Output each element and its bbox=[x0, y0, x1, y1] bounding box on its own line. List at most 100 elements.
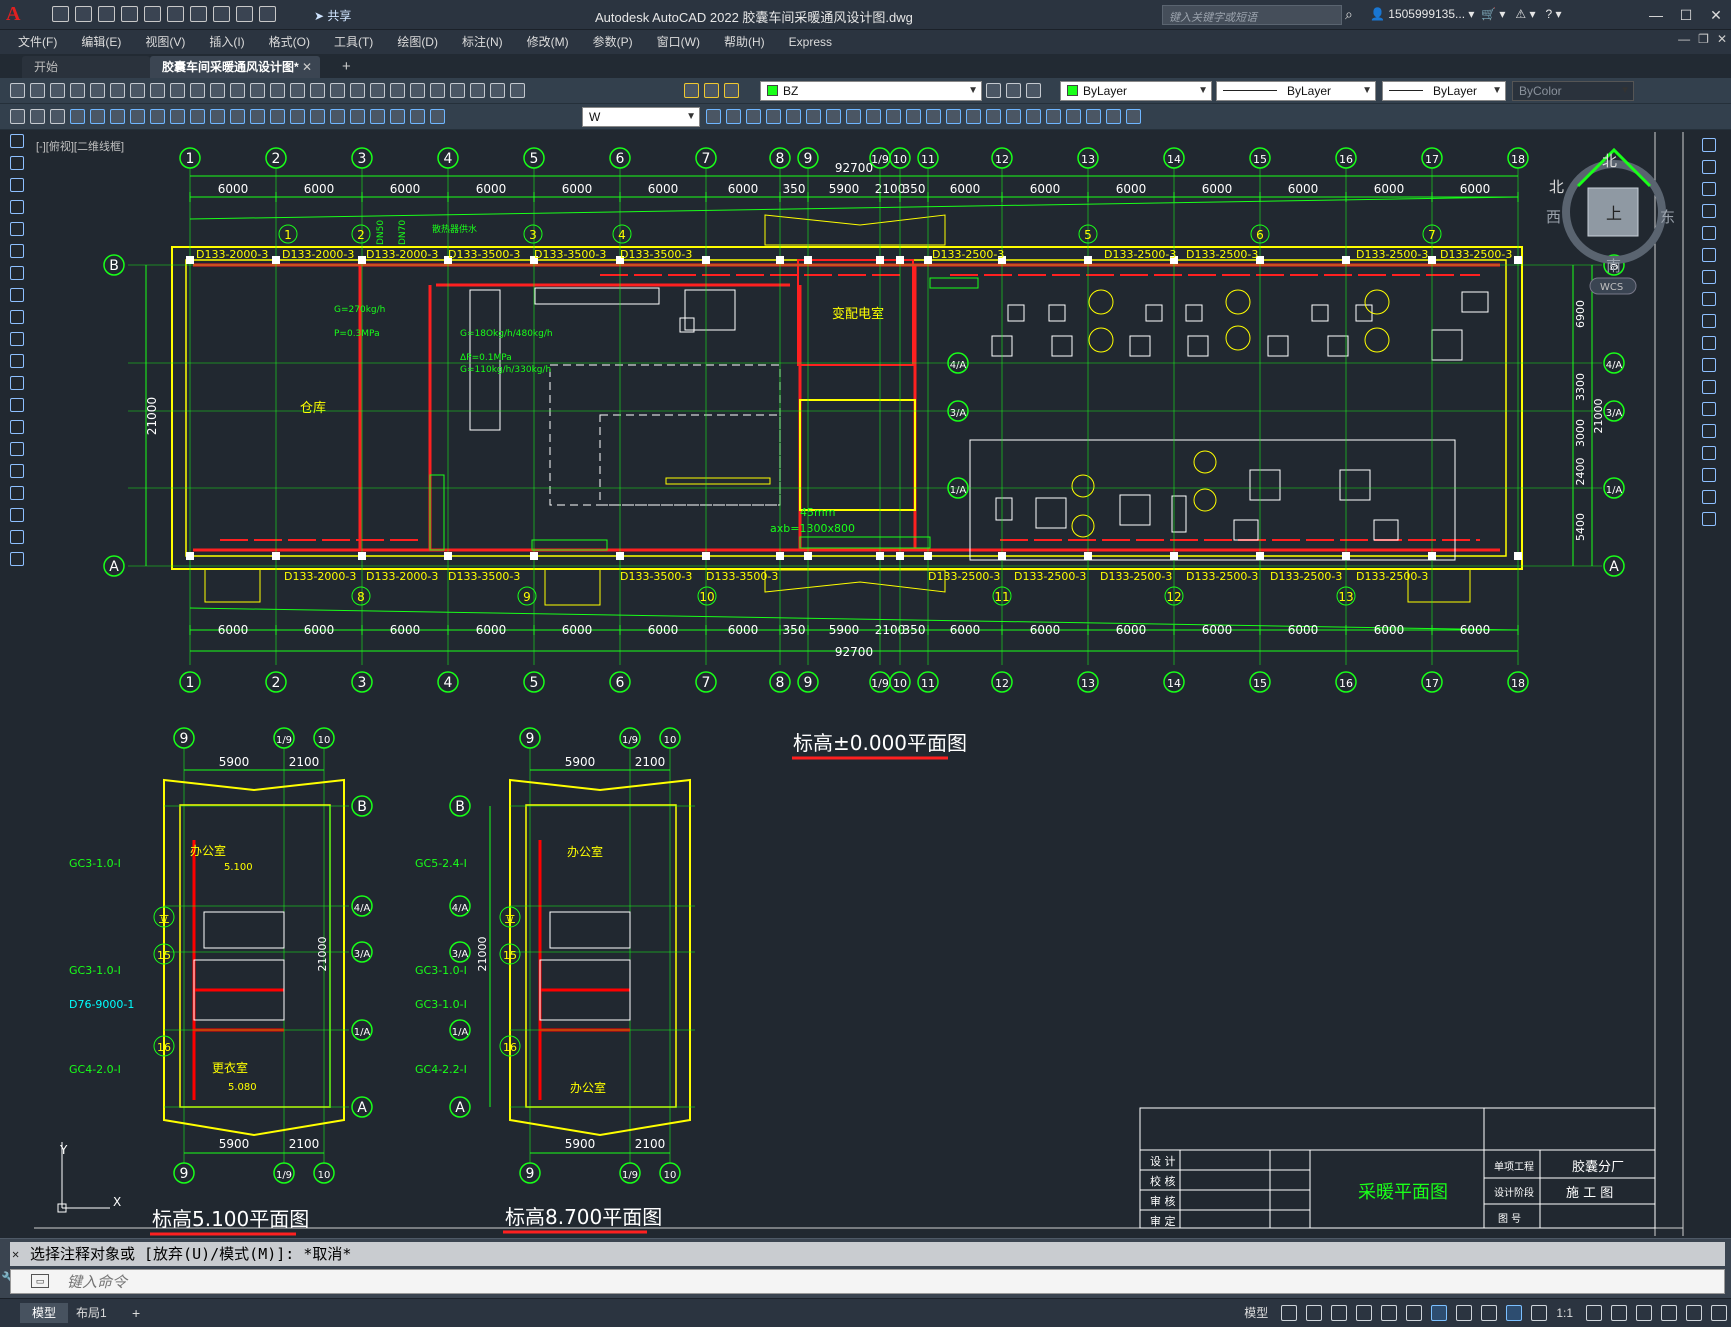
save-icon[interactable] bbox=[98, 6, 115, 22]
linear-dim-icon[interactable] bbox=[70, 109, 85, 124]
blend-icon[interactable] bbox=[1006, 109, 1021, 124]
tab-close-icon[interactable]: ✕ bbox=[302, 56, 312, 78]
search-icon[interactable]: ⌕ bbox=[1345, 6, 1361, 22]
customization-icon[interactable] bbox=[1711, 1304, 1727, 1321]
minimize-icon[interactable]: — bbox=[1641, 0, 1671, 30]
polar-icon[interactable] bbox=[1356, 1304, 1373, 1321]
doc-minimize-icon[interactable]: — bbox=[1678, 32, 1690, 46]
spline-icon[interactable] bbox=[10, 310, 24, 324]
rotate-icon[interactable] bbox=[1702, 270, 1716, 284]
mtext-icon[interactable] bbox=[10, 530, 24, 544]
grid-icon[interactable] bbox=[1281, 1304, 1298, 1321]
dim-edit-icon[interactable] bbox=[410, 109, 425, 124]
explode-icon[interactable] bbox=[1026, 109, 1041, 124]
scale-icon[interactable] bbox=[846, 109, 861, 124]
annotation-scale[interactable]: 1:1 bbox=[1556, 1306, 1573, 1320]
ortho-icon[interactable] bbox=[1331, 1304, 1348, 1321]
viewcube-north-2[interactable]: 北 bbox=[1549, 178, 1564, 196]
viewport-controls[interactable]: [-][俯视][二维线框] bbox=[36, 138, 124, 154]
menu-tools[interactable]: 工具(T) bbox=[322, 30, 385, 54]
menu-help[interactable]: 帮助(H) bbox=[712, 30, 777, 54]
tab-start[interactable]: 开始 bbox=[22, 56, 150, 78]
help-icon[interactable] bbox=[490, 83, 505, 98]
menu-express[interactable]: Express bbox=[777, 30, 844, 54]
draworder-icon[interactable] bbox=[1046, 109, 1061, 124]
viewcube-east[interactable]: 东 bbox=[1660, 208, 1675, 226]
menu-modify[interactable]: 修改(M) bbox=[515, 30, 581, 54]
circle-icon[interactable] bbox=[10, 266, 24, 280]
extend-icon[interactable] bbox=[906, 109, 921, 124]
point-icon[interactable] bbox=[10, 420, 24, 434]
drawing-area[interactable]: 6000 6000 6000 6000 6000 6000 6000 6000 6000 6000… bbox=[30, 132, 1694, 1236]
color-dropdown[interactable]: ByLayer ▼ bbox=[1060, 81, 1212, 101]
zoom-realtime-icon[interactable] bbox=[310, 83, 325, 98]
scale-icon[interactable] bbox=[1702, 292, 1716, 306]
tab-layout1[interactable]: 布局1 bbox=[64, 1303, 119, 1323]
clean-screen-icon[interactable] bbox=[1686, 1304, 1702, 1321]
object-snap-icon[interactable] bbox=[1431, 1304, 1448, 1321]
app-logo-icon[interactable]: A bbox=[6, 4, 24, 24]
lineweight-dropdown[interactable]: ByLayer ▼ bbox=[1382, 81, 1506, 101]
doc-restore-icon[interactable]: ❐ bbox=[1698, 32, 1709, 46]
plot-preview-icon[interactable] bbox=[90, 83, 105, 98]
zoom-previous-icon[interactable] bbox=[350, 83, 365, 98]
close-icon[interactable]: ✕ bbox=[1701, 0, 1731, 30]
inspection-icon[interactable] bbox=[370, 109, 385, 124]
plot-icon[interactable] bbox=[190, 6, 207, 22]
snap-icon[interactable] bbox=[1306, 1304, 1323, 1321]
add-selected-icon[interactable] bbox=[10, 552, 24, 566]
quick-properties-icon[interactable] bbox=[1661, 1304, 1677, 1321]
zoom-window-icon[interactable] bbox=[330, 83, 345, 98]
menu-draw[interactable]: 绘图(D) bbox=[385, 30, 450, 54]
menu-window[interactable]: 窗口(W) bbox=[645, 30, 712, 54]
new-icon[interactable] bbox=[10, 83, 25, 98]
object-snap-tracking-icon[interactable] bbox=[1406, 1304, 1423, 1321]
multileader-icon[interactable] bbox=[50, 109, 65, 124]
polyline-icon[interactable] bbox=[10, 178, 24, 192]
dim-text-edit-icon[interactable] bbox=[430, 109, 445, 124]
layer-on-icon[interactable] bbox=[684, 83, 699, 98]
layer-dropdown[interactable]: BZ ▼ bbox=[760, 81, 982, 101]
explode-icon[interactable] bbox=[1702, 512, 1716, 526]
save-as-icon[interactable] bbox=[121, 6, 138, 22]
break-icon[interactable] bbox=[1702, 402, 1716, 416]
aligned-dim-icon[interactable] bbox=[90, 109, 105, 124]
layer-properties-icon[interactable] bbox=[510, 83, 525, 98]
trim-icon[interactable] bbox=[886, 109, 901, 124]
continue-icon[interactable] bbox=[270, 109, 285, 124]
menu-parametric[interactable]: 参数(P) bbox=[581, 30, 645, 54]
auto-scale-icon[interactable] bbox=[1531, 1304, 1548, 1321]
lineweight-icon[interactable] bbox=[1456, 1304, 1473, 1321]
layer-freeze-icon[interactable] bbox=[704, 83, 719, 98]
match-properties-icon[interactable] bbox=[210, 83, 225, 98]
line-icon[interactable] bbox=[10, 134, 24, 148]
share-button[interactable]: ➤ 共享 bbox=[314, 7, 351, 24]
open-web-icon[interactable] bbox=[144, 6, 161, 22]
move-icon[interactable] bbox=[806, 109, 821, 124]
dim-style-icon[interactable] bbox=[30, 109, 45, 124]
publish-icon[interactable] bbox=[110, 83, 125, 98]
annotation-monitor-icon[interactable] bbox=[1611, 1304, 1627, 1321]
bring-front-icon[interactable] bbox=[1066, 109, 1081, 124]
copy-object-icon[interactable] bbox=[726, 109, 741, 124]
copy-icon[interactable] bbox=[1702, 160, 1716, 174]
isodraft-icon[interactable] bbox=[1381, 1304, 1398, 1321]
user-account[interactable]: 👤 1505999135... ▾ 🛒 ▾ ⚠ ▾ ? ▾ bbox=[1370, 7, 1562, 21]
blend-icon[interactable] bbox=[1702, 490, 1716, 504]
jogged-icon[interactable] bbox=[170, 109, 185, 124]
ordinate-icon[interactable] bbox=[130, 109, 145, 124]
table-icon[interactable] bbox=[10, 508, 24, 522]
center-mark-icon[interactable] bbox=[350, 109, 365, 124]
region-icon[interactable] bbox=[10, 486, 24, 500]
layer-match-icon[interactable] bbox=[1026, 83, 1041, 98]
open-icon[interactable] bbox=[75, 6, 92, 22]
cut-icon[interactable] bbox=[150, 83, 165, 98]
redo-icon[interactable] bbox=[270, 83, 285, 98]
annotation-visibility-icon[interactable] bbox=[1506, 1304, 1523, 1321]
viewcube-west[interactable]: 西 bbox=[1546, 208, 1561, 226]
erase-icon[interactable] bbox=[706, 109, 721, 124]
trim-icon[interactable] bbox=[1702, 336, 1716, 350]
rectangle-icon[interactable] bbox=[10, 222, 24, 236]
layer-previous-icon[interactable] bbox=[1006, 83, 1021, 98]
quick-dim-icon[interactable] bbox=[230, 109, 245, 124]
